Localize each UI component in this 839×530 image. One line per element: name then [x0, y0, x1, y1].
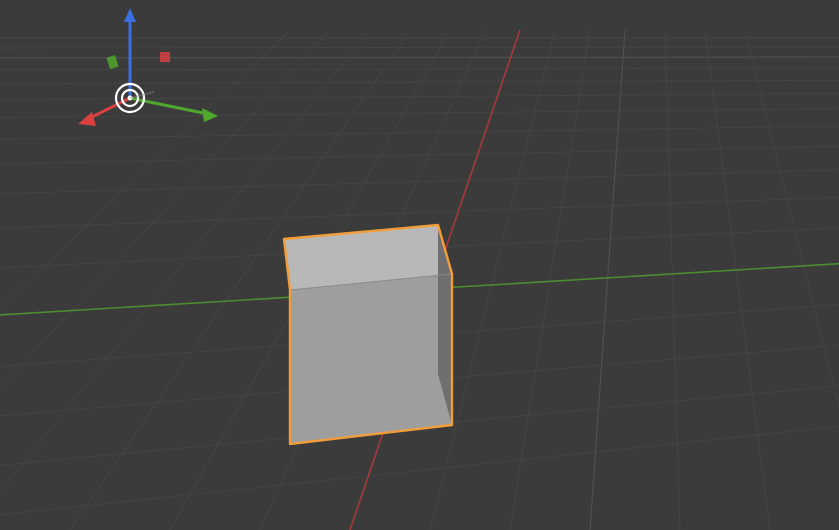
axis-y-arrow — [202, 108, 218, 122]
gizmo-plane-yz[interactable] — [160, 52, 170, 62]
gizmo-plane-xz[interactable] — [106, 55, 118, 69]
axis-z-arrow — [124, 8, 136, 22]
orientation-gizmo[interactable] — [0, 0, 839, 530]
axis-x-arrow — [78, 112, 96, 126]
viewport-3d[interactable] — [0, 0, 839, 530]
